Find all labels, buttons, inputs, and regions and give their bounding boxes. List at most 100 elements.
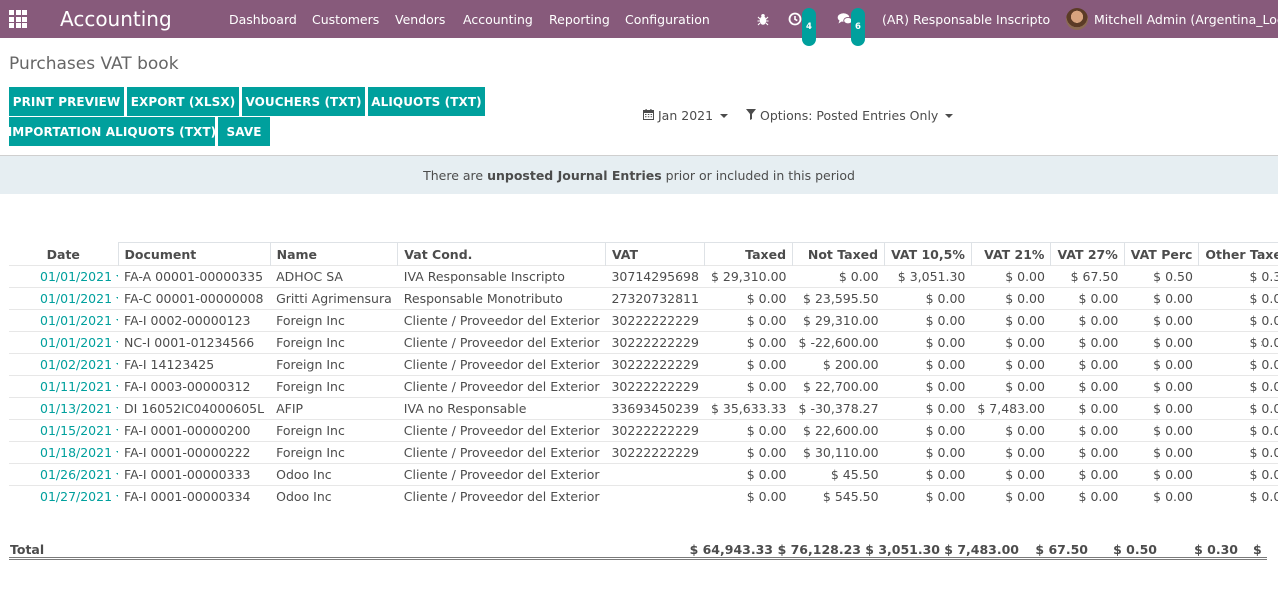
date-link[interactable]: 01/01/2021 [40, 269, 112, 284]
col-header-vat-27[interactable]: VAT 27% [1050, 242, 1125, 266]
col-header-other-taxes[interactable]: Other Taxes [1198, 242, 1278, 266]
cell-document: FA-I 0001-00000333 [118, 463, 271, 486]
cell-date[interactable]: 01/01/2021 [9, 331, 119, 354]
cell-date[interactable]: 01/26/2021 [9, 463, 119, 486]
cell-vat-10-5: $ 0.00 [884, 397, 972, 420]
table-row[interactable]: 01/01/2021 FA-A 00001-00000335 ADHOC SA IVA… [9, 265, 1278, 288]
cell-date[interactable]: 01/01/2021 [9, 309, 119, 332]
row-caret-down-icon[interactable] [116, 473, 119, 477]
cell-other-taxes: $ 0.00 [1198, 353, 1278, 376]
table-row[interactable]: 01/15/2021 FA-I 0001-00000200 Foreign Inc C… [9, 419, 1278, 442]
menu-vendors[interactable]: Vendors [395, 0, 445, 38]
table-row[interactable]: 01/26/2021 FA-I 0001-00000333 Odoo Inc Clie… [9, 463, 1278, 486]
menu-accounting[interactable]: Accounting [463, 0, 533, 38]
row-caret-down-icon[interactable] [116, 275, 119, 279]
apps-menu-icon[interactable] [9, 0, 27, 38]
menu-dashboard[interactable]: Dashboard [229, 0, 297, 38]
unposted-entries-link[interactable]: unposted Journal Entries [487, 168, 662, 183]
col-header-vat-10-5[interactable]: VAT 10,5% [884, 242, 972, 266]
cell-vat-perc: $ 0.00 [1124, 397, 1199, 420]
menu-reporting[interactable]: Reporting [549, 0, 610, 38]
total-vat-10-5: $ 3,051.30 [865, 542, 940, 557]
cell-vat-21: $ 0.00 [971, 375, 1051, 398]
company-switcher[interactable]: (AR) Responsable Inscripto [882, 0, 1050, 38]
table-row[interactable]: 01/11/2021 FA-I 0003-00000312 Foreign Inc C… [9, 375, 1278, 398]
col-header-document[interactable]: Document [117, 242, 271, 266]
options-filter-label: Options: Posted Entries Only [760, 108, 939, 123]
date-link[interactable]: 01/26/2021 [40, 467, 112, 482]
date-filter-dropdown[interactable]: Jan 2021 [643, 108, 729, 123]
date-link[interactable]: 01/01/2021 [40, 335, 112, 350]
table-row[interactable]: 01/01/2021 FA-I 0002-00000123 Foreign Inc C… [9, 309, 1278, 332]
date-link[interactable]: 01/11/2021 [40, 379, 112, 394]
user-menu[interactable]: Mitchell Admin (Argentina_Loc) [1094, 0, 1278, 38]
cell-vat: 30222222229 [605, 375, 705, 398]
cell-date[interactable]: 01/11/2021 [9, 375, 119, 398]
cell-vat-10-5: $ 0.00 [884, 309, 972, 332]
options-filter-dropdown[interactable]: Options: Posted Entries Only [746, 108, 954, 123]
row-caret-down-icon[interactable] [116, 297, 119, 301]
table-row[interactable]: 01/02/2021 FA-I 14123425 Foreign Inc Client… [9, 353, 1278, 376]
date-link[interactable]: 01/13/2021 [40, 401, 112, 416]
user-avatar[interactable] [1066, 8, 1088, 30]
vat-book-table: Date Document Name Vat Cond. VAT Taxed N… [9, 242, 1278, 508]
table-row[interactable]: 01/18/2021 FA-I 0001-00000222 Foreign Inc C… [9, 441, 1278, 464]
row-caret-down-icon[interactable] [116, 363, 119, 367]
table-row[interactable]: 01/13/2021 DI 16052IC04000605L AFIP IVA no … [9, 397, 1278, 420]
cell-date[interactable]: 01/01/2021 [9, 265, 119, 288]
save-button[interactable]: SAVE [218, 117, 270, 146]
menu-configuration[interactable]: Configuration [625, 0, 710, 38]
col-header-name[interactable]: Name [269, 242, 398, 266]
cell-vat-21: $ 7,483.00 [971, 397, 1051, 420]
export-xlsx-button[interactable]: EXPORT (XLSX) [127, 87, 239, 116]
total-taxed: $ 64,943.33 [689, 542, 773, 557]
cell-date[interactable]: 01/13/2021 [9, 397, 119, 420]
cell-date[interactable]: 01/27/2021 [9, 485, 119, 508]
row-caret-down-icon[interactable] [116, 451, 119, 455]
row-caret-down-icon[interactable] [116, 429, 119, 433]
row-caret-down-icon[interactable] [116, 495, 119, 499]
date-link[interactable]: 01/18/2021 [40, 445, 112, 460]
debug-bug-icon[interactable] [756, 0, 770, 38]
date-link[interactable]: 01/02/2021 [40, 357, 112, 372]
print-preview-button[interactable]: PRINT PREVIEW [9, 87, 124, 116]
cell-vat-perc: $ 0.00 [1124, 331, 1199, 354]
cell-taxed: $ 0.00 [704, 485, 793, 508]
importation-aliquots-button[interactable]: IMPORTATION ALIQUOTS (TXT) [8, 117, 216, 146]
menu-customers[interactable]: Customers [312, 0, 379, 38]
row-caret-down-icon[interactable] [116, 319, 119, 323]
col-header-not-taxed[interactable]: Not Taxed [792, 242, 885, 266]
cell-date[interactable]: 01/01/2021 [9, 287, 119, 310]
col-header-vat[interactable]: VAT [604, 242, 705, 266]
cell-vat [605, 463, 705, 486]
app-name[interactable]: Accounting [60, 0, 172, 38]
cell-not-taxed: $ -22,600.00 [792, 331, 885, 354]
cell-vat-cond: Cliente / Proveedor del Exterior [397, 309, 606, 332]
table-row[interactable]: 01/01/2021 FA-C 00001-00000008 Gritti Agri… [9, 287, 1278, 310]
table-row[interactable]: 01/27/2021 FA-I 0001-00000334 Odoo Inc Clie… [9, 485, 1278, 508]
cell-vat-cond: Cliente / Proveedor del Exterior [397, 375, 606, 398]
col-header-vat-cond[interactable]: Vat Cond. [397, 242, 606, 266]
banner-suffix: prior or included in this period [665, 167, 855, 183]
aliquots-txt-button[interactable]: ALIQUOTS (TXT) [368, 87, 485, 116]
cell-vat: 33693450239 [605, 397, 705, 420]
cell-date[interactable]: 01/15/2021 [9, 419, 119, 442]
date-link[interactable]: 01/15/2021 [40, 423, 112, 438]
table-row[interactable]: 01/01/2021 NC-I 0001-01234566 Foreign Inc C… [9, 331, 1278, 354]
col-header-vat-perc[interactable]: VAT Perc [1123, 242, 1199, 266]
date-link[interactable]: 01/01/2021 [40, 313, 112, 328]
cell-date[interactable]: 01/18/2021 [9, 441, 119, 464]
cell-name: Foreign Inc [270, 419, 398, 442]
vouchers-txt-button[interactable]: VOUCHERS (TXT) [242, 87, 365, 116]
row-caret-down-icon[interactable] [116, 341, 119, 345]
cell-vat-10-5: $ 0.00 [884, 419, 972, 442]
cell-other-taxes: $ 0.00 [1198, 309, 1278, 332]
row-caret-down-icon[interactable] [116, 385, 119, 389]
date-link[interactable]: 01/01/2021 [40, 291, 112, 306]
cell-date[interactable]: 01/02/2021 [9, 353, 119, 376]
date-link[interactable]: 01/27/2021 [40, 489, 112, 504]
col-header-vat-21[interactable]: VAT 21% [970, 242, 1051, 266]
col-header-taxed[interactable]: Taxed [704, 242, 793, 266]
row-caret-down-icon[interactable] [116, 407, 119, 411]
col-header-date[interactable]: Date [9, 243, 118, 266]
